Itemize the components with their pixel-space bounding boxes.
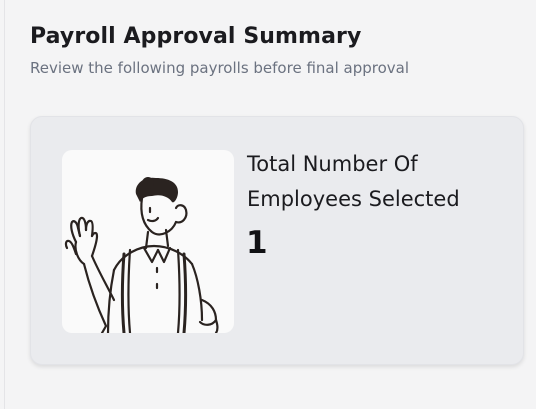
page-subtitle: Review the following payrolls before fin… <box>30 59 410 77</box>
page-title: Payroll Approval Summary <box>30 24 362 49</box>
left-divider <box>4 0 5 409</box>
employees-selected-count: 1 <box>246 225 268 261</box>
employees-selected-label: Total Number Of Employees Selected <box>247 152 460 211</box>
employees-selected-card: Total Number Of Employees Selected 1 <box>30 116 524 365</box>
waving-person-icon <box>62 150 234 333</box>
payroll-approval-summary-page: Payroll Approval Summary Review the foll… <box>0 0 536 409</box>
